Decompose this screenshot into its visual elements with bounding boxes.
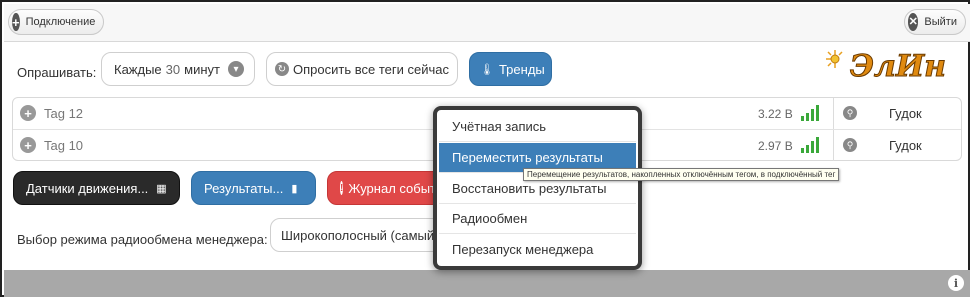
polling-interval-select[interactable]: Каждые 30 минут ▾ (101, 52, 255, 86)
tag-name: Tag 10 (44, 138, 84, 153)
exit-button[interactable]: ✕ Выйти (904, 9, 966, 35)
menu-item-account[interactable]: Учётная запись (439, 112, 636, 142)
polling-label: Опрашивать: (17, 65, 97, 80)
interval-value: 30 (165, 61, 181, 77)
column-divider (833, 98, 834, 129)
radio-mode-label: Выбор режима радиообмена менеджера: (17, 232, 268, 247)
interval-prefix: Каждые (114, 61, 162, 77)
results-button[interactable]: Результаты... ▮ (191, 171, 316, 205)
top-bar: + Подключение ✕ Выйти (4, 4, 970, 42)
refresh-icon: ↻ (275, 62, 289, 76)
radio-mode-select[interactable]: Широкополосный (самый быстрый) (270, 218, 450, 252)
signal-strength-icon (801, 137, 819, 153)
footer-bar: i (4, 270, 970, 297)
interval-suffix: минут (184, 61, 220, 77)
trends-label: Тренды (498, 61, 545, 77)
connect-button-label: Подключение (25, 16, 96, 28)
poll-all-tags-button[interactable]: ↻ Опросить все теги сейчас (266, 52, 458, 86)
close-icon: ✕ (908, 13, 919, 31)
plus-icon: + (12, 13, 20, 31)
tooltip: Перемещение результатов, накопленных отк… (523, 168, 840, 181)
event-log-button[interactable]: ! Журнал событий (327, 171, 447, 205)
menu-item-restart-manager[interactable]: Перезапуск менеджера (439, 234, 636, 264)
chevron-down-icon: ▾ (228, 61, 244, 77)
grid-icon: ▦ (156, 182, 167, 195)
context-menu: Учётная запись Переместить результаты Во… (433, 106, 642, 270)
expand-plus-icon[interactable]: + (20, 105, 36, 121)
menu-item-radio-exchange[interactable]: Радиообмен (439, 204, 636, 234)
tag-voltage: 2.97 В (758, 139, 793, 153)
trends-button[interactable]: 🌡 Тренды (469, 52, 552, 86)
expand-plus-icon[interactable]: + (20, 137, 36, 153)
motion-sensors-button[interactable]: Датчики движения... ▦ (13, 171, 180, 205)
thermometer-icon: 🌡 (480, 63, 494, 76)
connect-button[interactable]: + Подключение (8, 9, 104, 35)
info-icon[interactable]: i (948, 275, 964, 291)
tag-voltage: 3.22 В (758, 107, 793, 121)
beep-button[interactable]: Гудок (889, 138, 922, 153)
column-divider (833, 130, 834, 161)
exit-button-label: Выйти (924, 16, 957, 28)
tag-name: Tag 12 (44, 106, 84, 121)
beep-button[interactable]: Гудок (889, 106, 922, 121)
search-icon[interactable]: ⚲ (843, 138, 857, 152)
warning-icon: ! (340, 181, 344, 195)
bar-chart-icon: ▮ (291, 182, 298, 195)
poll-all-label: Опросить все теги сейчас (293, 61, 449, 77)
signal-strength-icon (801, 105, 819, 121)
radio-mode-value: Широкополосный (самый быстрый) (281, 227, 449, 243)
elin-logo: ЭлИн (826, 49, 947, 85)
motion-sensors-label: Датчики движения... (26, 180, 149, 196)
search-icon[interactable]: ⚲ (843, 106, 857, 120)
logo-text: ЭлИн (850, 49, 946, 84)
results-label: Результаты... (204, 180, 284, 196)
app-window: + Подключение ✕ Выйти Опрашивать: Каждые… (0, 0, 970, 297)
